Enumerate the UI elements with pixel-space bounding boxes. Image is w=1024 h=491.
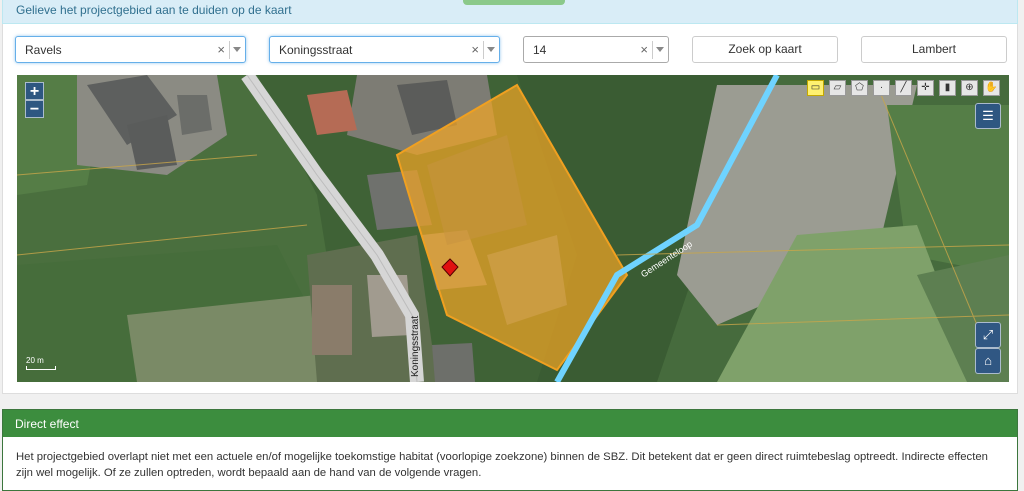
street-value: Koningsstraat <box>279 43 353 57</box>
map-canvas[interactable]: + − ▭ ▱ ⬠ · ╱ ✛ ▮ ⊕ ✋ ☰ ⤢ ⌂ 20 m Konings… <box>17 75 1009 382</box>
layers-icon[interactable]: ☰ <box>975 103 1001 129</box>
instruction-banner: Gelieve het projectgebied aan te duiden … <box>2 0 1018 24</box>
chevron-down-icon[interactable] <box>656 47 664 52</box>
street-label: Koningsstraat <box>410 315 421 377</box>
house-number-select[interactable]: 14 × <box>523 36 669 63</box>
trash-icon[interactable]: ▮ <box>939 80 956 96</box>
separator <box>652 41 653 59</box>
street-select[interactable]: Koningsstraat × <box>269 36 500 63</box>
house-number-value: 14 <box>533 43 547 57</box>
clear-number-icon[interactable]: × <box>640 42 648 57</box>
municipality-value: Ravels <box>25 43 62 57</box>
clear-municipality-icon[interactable]: × <box>217 42 225 57</box>
line-icon[interactable]: ╱ <box>895 80 912 96</box>
aerial-photo <box>17 75 1009 382</box>
move-icon[interactable]: ✛ <box>917 80 934 96</box>
step-indicator <box>463 0 565 5</box>
point-icon[interactable]: · <box>873 80 890 96</box>
rectangle-icon[interactable]: ▱ <box>829 80 846 96</box>
projection-button[interactable]: Lambert <box>861 36 1007 63</box>
zoom-out-button[interactable]: − <box>25 100 44 118</box>
scale-label: 20 m <box>26 356 44 365</box>
fullscreen-icon[interactable]: ⤢ <box>975 322 1001 348</box>
direct-effect-panel: Direct effect Het projectgebied overlapt… <box>2 409 1018 491</box>
chevron-down-icon[interactable] <box>487 47 495 52</box>
direct-effect-title: Direct effect <box>3 410 1017 437</box>
municipality-select[interactable]: Ravels × <box>15 36 246 63</box>
zoom-in-button[interactable]: + <box>25 82 44 100</box>
scale-line <box>26 366 56 370</box>
clear-street-icon[interactable]: × <box>471 42 479 57</box>
map-panel: Ravels × Koningsstraat × 14 × Zoek op ka… <box>2 24 1018 394</box>
home-icon[interactable]: ⌂ <box>975 348 1001 374</box>
scale-bar: 20 m <box>26 356 56 370</box>
comment-icon[interactable]: ▭ <box>807 80 824 96</box>
search-on-map-button[interactable]: Zoek op kaart <box>692 36 838 63</box>
zoom-area-icon[interactable]: ⊕ <box>961 80 978 96</box>
separator <box>229 41 230 59</box>
instruction-text: Gelieve het projectgebied aan te duiden … <box>16 3 292 17</box>
direct-effect-text: Het projectgebied overlapt niet met een … <box>16 451 988 479</box>
separator <box>483 41 484 59</box>
polygon-icon[interactable]: ⬠ <box>851 80 868 96</box>
pan-hand-icon[interactable]: ✋ <box>983 80 1000 96</box>
chevron-down-icon[interactable] <box>233 47 241 52</box>
